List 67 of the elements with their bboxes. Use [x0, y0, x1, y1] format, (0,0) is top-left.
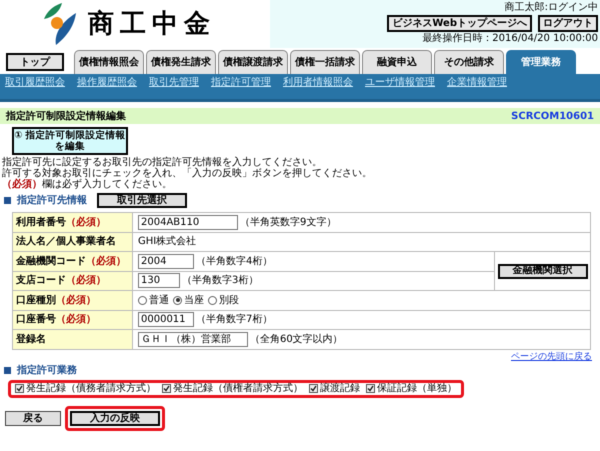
action-button[interactable]: 入力の反映	[70, 411, 160, 426]
radio-label: 普通	[149, 294, 169, 308]
instruction-text: 指定許可先に設定するお取引先の指定許可先情報を入力してください。	[2, 157, 323, 168]
radio-button[interactable]	[173, 296, 182, 305]
sub-navigation-link[interactable]: 利用者情報照会	[283, 77, 353, 89]
checkbox[interactable]	[309, 384, 318, 393]
field-label: 口座番号（必須）	[12, 310, 132, 330]
text-input-field[interactable]: 130	[138, 273, 180, 288]
text-input-field[interactable]: ＧＨＩ（株）営業部	[138, 332, 248, 347]
sub-navigation-link[interactable]: 取引履歴照会	[5, 77, 65, 89]
checkbox[interactable]	[162, 384, 171, 393]
field-label: 登録名	[12, 330, 132, 349]
radio-label: 別段	[219, 294, 239, 308]
checkbox-label: 保証記録（単独）	[377, 382, 457, 396]
instruction-text: 許可する対象お取引にチェックを入れ、「入力の反映」ボタンを押してください。	[2, 168, 373, 179]
field-hint: （半角数字7桁）	[196, 312, 272, 328]
radio-button[interactable]	[208, 296, 217, 305]
field-hint: （半角数字4桁）	[196, 254, 272, 269]
checkbox-label: 発生記録（債務者請求方式）	[26, 382, 156, 396]
text-input-field[interactable]: 2004	[138, 254, 194, 269]
last-operation-time: 最終操作日時：2016/04/20 10:00:00	[422, 33, 598, 45]
field-label: 金融機関コード（必須）	[12, 252, 132, 271]
back-to-top-link[interactable]: ページの先頭に戻る	[511, 352, 592, 362]
nav-tab[interactable]: 管理業務	[506, 50, 576, 74]
required-mark: （必須）	[2, 179, 42, 190]
field-label: 利用者番号（必須）	[12, 212, 132, 232]
text-input-field[interactable]: 2004AB110	[138, 214, 238, 230]
section-title: 指定許可業務	[17, 363, 77, 378]
field-label: 支店コード（必須）	[12, 271, 132, 290]
nav-tab[interactable]: その他請求	[434, 50, 504, 74]
radio-button[interactable]	[138, 296, 147, 305]
field-hint: （半角英数字9文字）	[240, 216, 336, 230]
nav-tab[interactable]: 融資申込	[362, 50, 432, 74]
field-label: 口座種別（必須）	[12, 290, 132, 310]
field-hint: （全角60文字以内）	[250, 332, 343, 347]
user-status: 商工太郎:ログイン中	[504, 2, 598, 14]
logo-text: 商工中金	[88, 11, 216, 37]
section-bullet-icon	[4, 366, 11, 374]
header-button[interactable]: ビジネスWebトップページへ	[387, 15, 532, 32]
field-hint: （半角数字3桁）	[182, 274, 258, 288]
nav-tab[interactable]: 債権譲渡請求	[218, 50, 288, 74]
sub-navigation-link[interactable]: 取引先管理	[149, 77, 199, 89]
checkbox[interactable]	[15, 384, 24, 393]
text-input-field[interactable]: 0000011	[138, 312, 194, 328]
field-label: 法人名／個人事業者名	[12, 232, 132, 252]
screen-id: SCRCOM10601	[511, 110, 594, 124]
client-select-button[interactable]: 取引先選択	[97, 193, 187, 208]
instruction-text: 欄は必ず入力してください。	[42, 179, 172, 190]
radio-label: 当座	[184, 294, 204, 308]
header-button[interactable]: ログアウト	[538, 15, 598, 32]
sub-navigation-link[interactable]: ユーザ情報管理	[365, 77, 435, 89]
checkbox-label: 発生記録（債権者請求方式）	[173, 382, 303, 396]
nav-tab[interactable]: 債権発生請求	[146, 50, 216, 74]
section-bullet-icon	[4, 197, 11, 204]
sub-navigation-link[interactable]: 操作履歴照会	[77, 77, 137, 89]
checkbox-label: 譲渡記録	[320, 382, 360, 396]
step-indicator: ① 指定許可制限設定情報 を編集	[12, 127, 128, 155]
top-button[interactable]: トップ	[6, 53, 64, 71]
nav-tab[interactable]: 債権情報照会	[74, 50, 144, 74]
action-button[interactable]: 戻る	[5, 411, 61, 426]
sub-navigation-link[interactable]: 指定許可管理	[211, 77, 271, 89]
checkbox[interactable]	[366, 384, 375, 393]
section-title: 指定許可先情報	[17, 193, 87, 208]
nav-tab[interactable]: 債権一括請求	[290, 50, 360, 74]
sub-navigation-link[interactable]: 企業情報管理	[447, 77, 507, 89]
page-title: 指定許可制限設定情報編集	[6, 109, 126, 124]
field-value: GHI株式会社	[138, 236, 196, 248]
